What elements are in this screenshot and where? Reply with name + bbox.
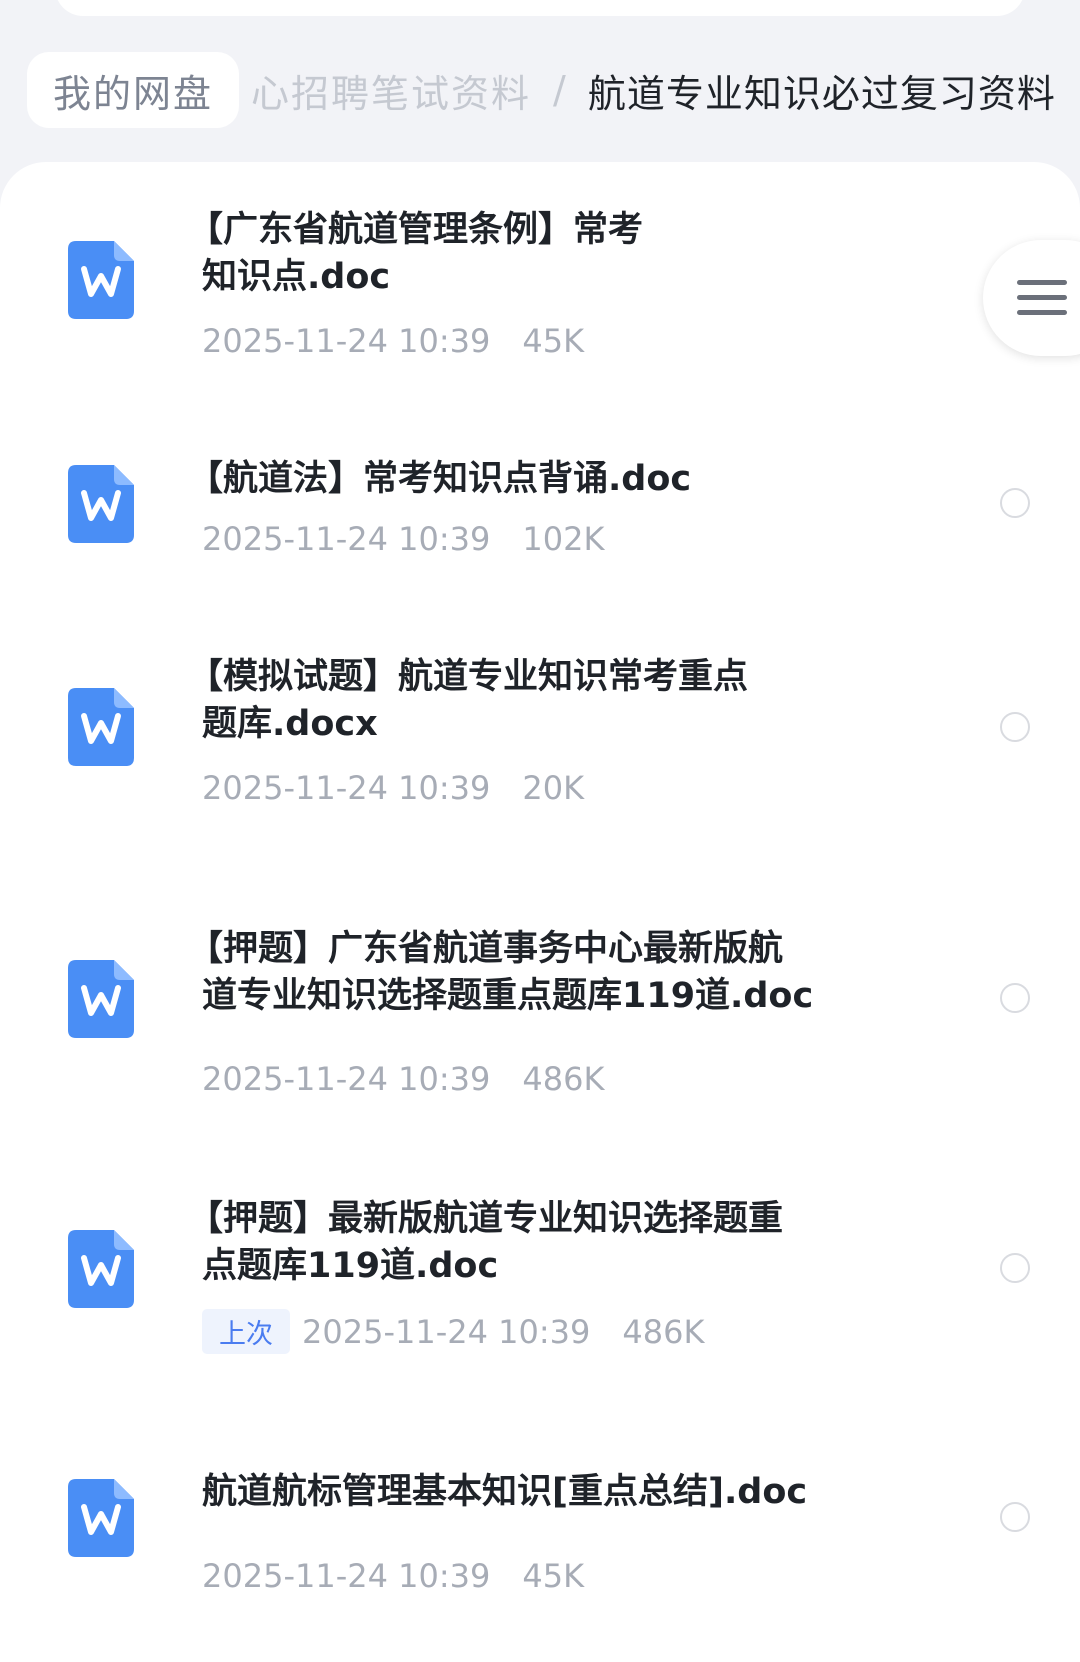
breadcrumb-current-folder: 航道专业知识必过复习资料 bbox=[587, 71, 1056, 116]
file-date: 2025-11-24 10:39 bbox=[202, 1557, 491, 1595]
word-doc-icon bbox=[68, 465, 134, 543]
file-date: 2025-11-24 10:39 bbox=[302, 1312, 591, 1351]
select-radio[interactable] bbox=[1000, 712, 1030, 742]
file-meta: 2025-11-24 10:39 20K bbox=[202, 769, 584, 807]
file-name: 【押题】最新版航道专业知识选择题重 点题库119道.doc bbox=[188, 1199, 784, 1286]
file-date: 2025-11-24 10:39 bbox=[202, 322, 491, 360]
file-name: 【广东省航道管理条例】常考 知识点.doc bbox=[188, 210, 644, 297]
file-date: 2025-11-24 10:39 bbox=[202, 520, 491, 558]
hamburger-menu-icon bbox=[1017, 280, 1067, 315]
file-size: 102K bbox=[522, 520, 605, 558]
word-doc-icon bbox=[68, 688, 134, 766]
word-doc-icon bbox=[68, 960, 134, 1038]
file-size: 20K bbox=[522, 769, 585, 807]
file-meta: 上次 2025-11-24 10:39 486K bbox=[202, 1309, 704, 1354]
file-list bbox=[0, 162, 1080, 1662]
select-radio[interactable] bbox=[1000, 1502, 1030, 1532]
top-bar-remnant bbox=[55, 0, 1025, 16]
file-meta: 2025-11-24 10:39 45K bbox=[202, 322, 584, 360]
word-doc-icon bbox=[68, 1479, 134, 1557]
breadcrumb-parent-folder[interactable]: 心招聘笔试资料 bbox=[251, 63, 531, 118]
file-name: 【押题】广东省航道事务中心最新版航 道专业知识选择题重点题库119道.doc bbox=[188, 929, 814, 1016]
word-doc-icon bbox=[68, 1230, 134, 1308]
select-radio[interactable] bbox=[1000, 983, 1030, 1013]
file-size: 486K bbox=[622, 1312, 705, 1351]
breadcrumb-root-my-drive[interactable]: 我的网盘 bbox=[27, 52, 240, 128]
file-size: 45K bbox=[522, 322, 585, 360]
last-opened-badge: 上次 bbox=[202, 1309, 290, 1354]
word-doc-icon bbox=[68, 241, 134, 319]
file-name: 航道航标管理基本知识[重点总结].doc bbox=[202, 1472, 808, 1512]
breadcrumb-separator: / bbox=[553, 68, 566, 112]
select-radio[interactable] bbox=[1000, 1253, 1030, 1283]
file-date: 2025-11-24 10:39 bbox=[202, 1060, 491, 1098]
file-meta: 2025-11-24 10:39 486K bbox=[202, 1060, 604, 1098]
file-meta: 2025-11-24 10:39 45K bbox=[202, 1557, 584, 1595]
file-name: 【模拟试题】航道专业知识常考重点 题库.docx bbox=[188, 657, 749, 744]
file-name: 【航道法】常考知识点背诵.doc bbox=[188, 459, 692, 499]
file-size: 486K bbox=[522, 1060, 605, 1098]
file-date: 2025-11-24 10:39 bbox=[202, 769, 491, 807]
file-meta: 2025-11-24 10:39 102K bbox=[202, 520, 604, 558]
select-radio[interactable] bbox=[1000, 488, 1030, 518]
breadcrumb: 我的网盘 心招聘笔试资料 / 航道专业知识必过复习资料 bbox=[0, 48, 1080, 132]
file-size: 45K bbox=[522, 1557, 585, 1595]
